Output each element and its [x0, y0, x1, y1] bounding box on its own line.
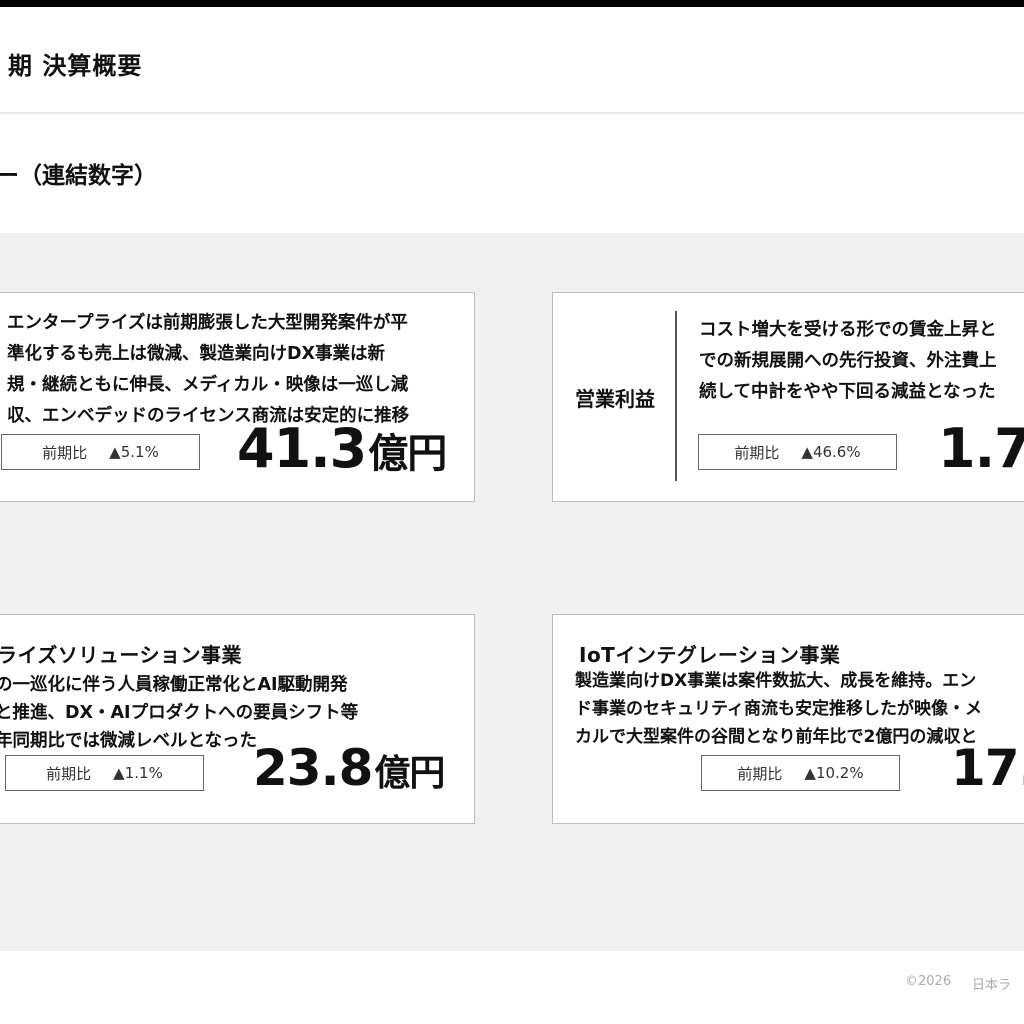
op-profit-line: コスト増大を受ける形での賃金上昇と — [699, 320, 997, 340]
iot-yoy-badge: 前期比 ▲10.2% — [701, 755, 900, 791]
yoy-label: 前期比 — [737, 764, 783, 783]
solution-segment-heading: ライズソリューション事業 — [0, 643, 242, 667]
sales-card: エンタープライズは前期膨張した大型開発案件が平 準化するも売上は微減、製造業向け… — [0, 292, 475, 502]
yoy-value: ▲10.2% — [804, 764, 864, 782]
iot-description: 製造業向けDX事業は案件数拡大、成長を維持。エン ド事業のセキュリティ商流も安定… — [575, 667, 982, 751]
op-profit-line: での新規展開への先行投資、外注費上 — [699, 351, 997, 371]
solution-line: の一巡化に伴う人員稼働正常化とAI駆動開発 — [0, 675, 348, 695]
sales-line: 規・継続ともに伸長、メディカル・映像は一巡し減 — [7, 375, 409, 395]
top-bar — [0, 0, 1024, 7]
op-profit-divider — [675, 311, 677, 481]
content-panel: エンタープライズは前期膨張した大型開発案件が平 準化するも売上は微減、製造業向け… — [0, 233, 1024, 951]
footer-copyright: ©2026 — [905, 974, 952, 989]
op-profit-card: 営業利益 コスト増大を受ける形での賃金上昇と での新規展開への先行投資、外注費上… — [552, 292, 1024, 502]
solution-value-unit: 億円 — [374, 753, 445, 794]
op-profit-yoy-badge: 前期比 ▲46.6% — [698, 434, 897, 470]
section-title: ー（連結数字） — [0, 163, 157, 189]
solution-segment-card: ライズソリューション事業 の一巡化に伴う人員稼働正常化とAI駆動開発 と推進、D… — [0, 614, 475, 824]
op-profit-line: 続して中計をやや下回る減益となった — [699, 382, 996, 402]
op-profit-label: 営業利益 — [575, 387, 655, 411]
sales-value-number: 41.3 — [237, 417, 367, 480]
yoy-value: ▲46.6% — [801, 443, 861, 461]
sales-line: 準化するも売上は微減、製造業向けDX事業は新 — [7, 344, 386, 364]
yoy-label: 前期比 — [42, 443, 88, 462]
op-profit-value: 1.7 — [938, 417, 1024, 480]
iot-value: 17. — [951, 739, 1024, 797]
page-title: 期 決算概要 — [8, 52, 143, 80]
sales-value: 41.3億円 — [237, 417, 447, 480]
sales-value-unit: 億円 — [368, 431, 447, 477]
sales-description: エンタープライズは前期膨張した大型開発案件が平 準化するも売上は微減、製造業向け… — [7, 308, 409, 432]
iot-segment-heading: IoTインテグレーション事業 — [579, 643, 841, 667]
footer-company: 日本ラ — [972, 978, 1012, 993]
sales-line: エンタープライズは前期膨張した大型開発案件が平 — [7, 313, 408, 333]
yoy-label: 前期比 — [734, 443, 780, 462]
iot-value-number: 17. — [951, 739, 1024, 797]
solution-value-number: 23.8 — [253, 739, 373, 797]
iot-line: ド事業のセキュリティ商流も安定推移したが映像・メ — [575, 699, 982, 719]
solution-yoy-badge: 前期比 ▲1.1% — [5, 755, 204, 791]
yoy-label: 前期比 — [46, 764, 92, 783]
title-divider — [0, 112, 1024, 114]
op-profit-value-number: 1.7 — [938, 417, 1024, 480]
yoy-value: ▲1.1% — [113, 764, 163, 782]
iot-segment-card: IoTインテグレーション事業 製造業向けDX事業は案件数拡大、成長を維持。エン … — [552, 614, 1024, 824]
iot-line: カルで大型案件の谷間となり前年比で2億円の減収と — [575, 727, 978, 747]
op-profit-description: コスト増大を受ける形での賃金上昇と での新規展開への先行投資、外注費上 続して中… — [699, 315, 997, 408]
solution-line: と推進、DX・AIプロダクトへの要員シフト等 — [0, 703, 359, 723]
yoy-value: ▲5.1% — [109, 443, 159, 461]
solution-value: 23.8億円 — [253, 739, 445, 797]
iot-line: 製造業向けDX事業は案件数拡大、成長を維持。エン — [575, 671, 977, 691]
sales-yoy-badge: 前期比 ▲5.1% — [1, 434, 200, 470]
